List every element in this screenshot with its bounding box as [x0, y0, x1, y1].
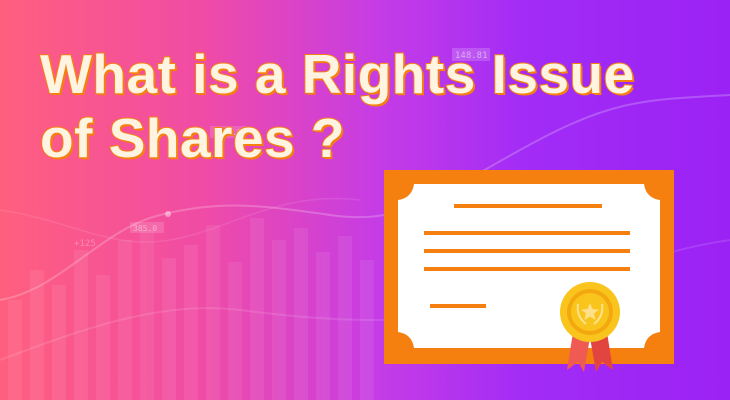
- banner: 148.81 1348.9 385.0 +125 What is a Right…: [0, 0, 730, 400]
- certificate-text-line: [424, 231, 630, 235]
- price-label-4: +125: [74, 239, 96, 249]
- headline: What is a Rights Issue of Shares ?: [39, 42, 680, 170]
- certificate-text-line: [424, 267, 630, 271]
- headline-line-1: What is a Rights Issue: [39, 42, 635, 106]
- certificate-signature-line: [430, 304, 486, 308]
- certificate-icon: [384, 170, 674, 372]
- certificate-paper: [398, 184, 660, 348]
- certificate-text-line: [424, 249, 630, 253]
- certificate-heading-line: [454, 204, 602, 208]
- price-label-3: 385.0: [133, 224, 157, 233]
- chart-point: [165, 211, 171, 217]
- headline-line-2: of Shares ?: [39, 106, 346, 170]
